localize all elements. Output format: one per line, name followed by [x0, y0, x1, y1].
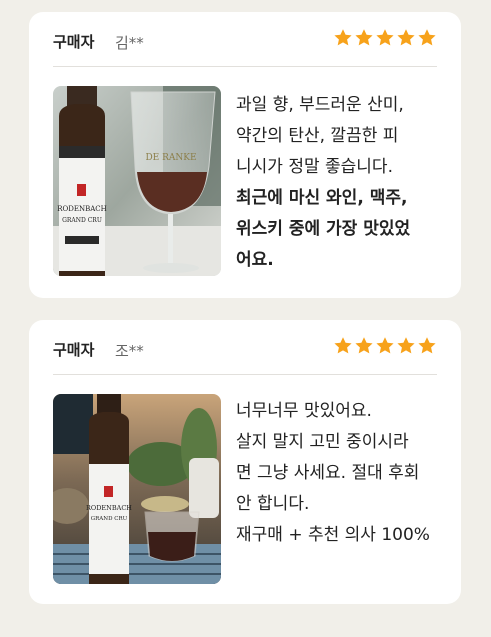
review-header: 구매자 조** — [53, 320, 437, 375]
buyer-label: 구매자 — [53, 341, 95, 359]
review-line-highlight: 위스키 중에 가장 맛있었 — [236, 219, 411, 239]
review-line-highlight: 어요. — [236, 250, 274, 270]
star-icon — [334, 29, 352, 46]
svg-text:RODENBACH: RODENBACH — [86, 504, 132, 512]
buyer-name: 조** — [115, 342, 144, 360]
buyer-name: 김** — [115, 34, 144, 52]
review-header: 구매자 김** — [53, 12, 437, 67]
review-line: 안 합니다. — [236, 494, 310, 514]
svg-text:GRAND CRU: GRAND CRU — [62, 217, 102, 224]
review-line: 과일 향, 부드러운 산미, — [236, 95, 404, 115]
review-line: 약간의 탄산, 깔끔한 피 — [236, 126, 399, 146]
star-icon — [376, 337, 394, 354]
star-icon — [355, 337, 373, 354]
svg-text:RODENBACH: RODENBACH — [57, 205, 107, 213]
star-rating — [333, 28, 437, 48]
star-icon — [355, 29, 373, 46]
star-icon — [397, 29, 415, 46]
review-line: 너무너무 맛있어요. — [236, 401, 372, 421]
svg-text:GRAND CRU: GRAND CRU — [91, 516, 128, 522]
review-photo-beer-glass[interactable]: RODENBACH GRAND CRU — [53, 394, 221, 584]
star-icon — [418, 337, 436, 354]
review-card: 구매자 조** RODENBACH GRAND CRU 너무너무 맛있어요. 살… — [29, 320, 461, 604]
review-text: 너무너무 맛있어요. 살지 말지 고민 중이시라 면 그냥 사세요. 절대 후회… — [236, 396, 446, 551]
review-line: 니시가 정말 좋습니다. — [236, 157, 393, 177]
star-icon — [334, 337, 352, 354]
star-icon — [397, 337, 415, 354]
review-text: 과일 향, 부드러운 산미, 약간의 탄산, 깔끔한 피 니시가 정말 좋습니다… — [236, 90, 446, 276]
review-line: 살지 말지 고민 중이시라 — [236, 432, 409, 452]
buyer-label: 구매자 — [53, 33, 95, 51]
star-icon — [376, 29, 394, 46]
review-card: 구매자 김** RODENBACH GRAND CRU DE RANKE 과일 … — [29, 12, 461, 298]
star-rating — [333, 336, 437, 356]
star-icon — [418, 29, 436, 46]
svg-text:DE RANKE: DE RANKE — [145, 153, 196, 163]
review-line: 면 그냥 사세요. 절대 후회 — [236, 463, 420, 483]
review-photo-wine-glass[interactable]: RODENBACH GRAND CRU DE RANKE — [53, 86, 221, 276]
review-line-highlight: 최근에 마신 와인, 맥주, — [236, 188, 408, 208]
review-line: 재구매 + 추천 의사 100% — [236, 525, 430, 545]
